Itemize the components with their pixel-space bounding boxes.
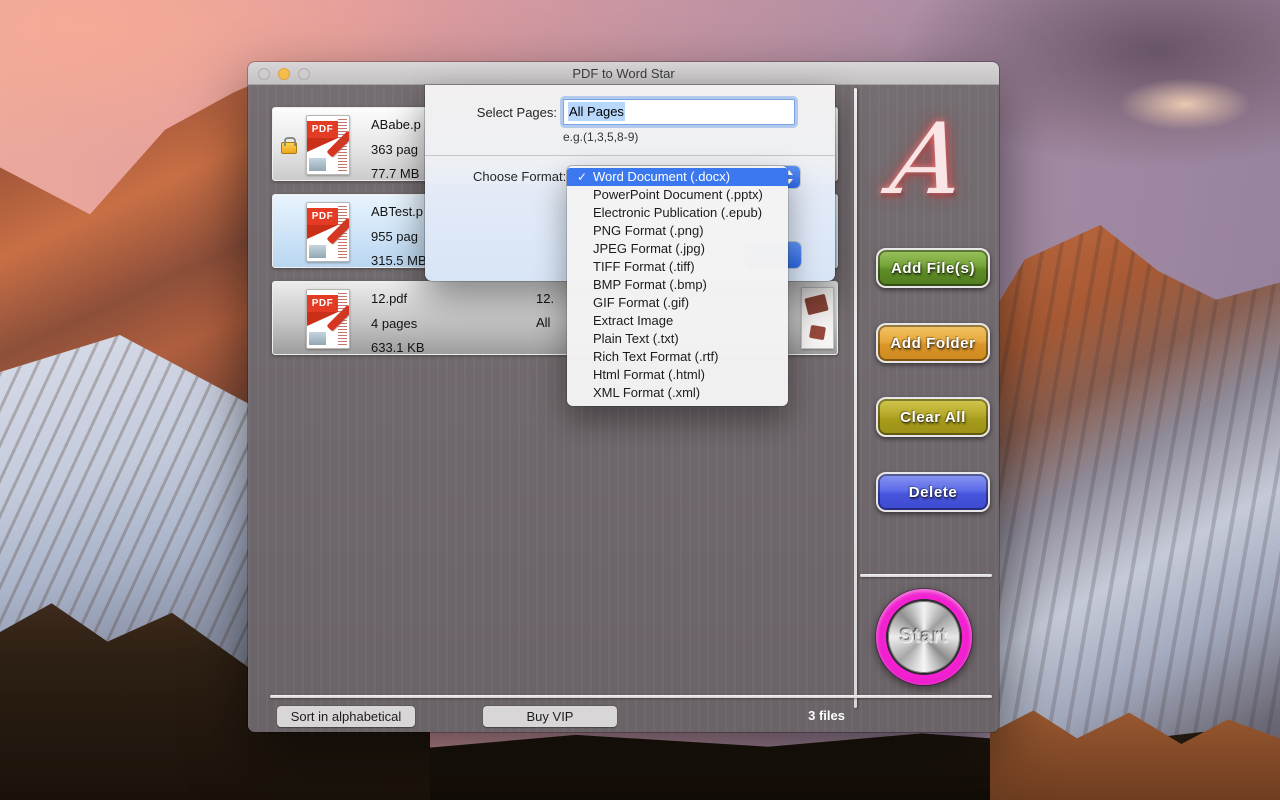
selected-text: All Pages bbox=[568, 102, 625, 121]
format-menu: ✓ Word Document (.docx) PowerPoint Docum… bbox=[567, 166, 788, 406]
output-name: 12. bbox=[536, 291, 554, 306]
format-option[interactable]: JPEG Format (.jpg) bbox=[567, 240, 788, 258]
format-option[interactable]: BMP Format (.bmp) bbox=[567, 276, 788, 294]
file-count: 3 files bbox=[748, 708, 845, 723]
pages-hint: e.g.(1,3,5,8-9) bbox=[563, 130, 638, 144]
add-files-button[interactable]: Add File(s) bbox=[876, 248, 990, 288]
format-option-selected[interactable]: ✓ Word Document (.docx) bbox=[567, 168, 788, 186]
zoom-button[interactable] bbox=[298, 68, 310, 80]
file-size: 633.1 KB bbox=[371, 340, 425, 355]
select-pages-input[interactable]: All Pages bbox=[563, 99, 795, 125]
select-pages-label: Select Pages: bbox=[425, 105, 557, 120]
page-preview-thumbnail bbox=[801, 287, 834, 349]
desktop: PDF to Word Star PDF ABabe.p 363 pag 77.… bbox=[0, 0, 1280, 800]
format-option[interactable]: Html Format (.html) bbox=[567, 366, 788, 384]
app-logo: A bbox=[857, 98, 998, 222]
start-label: Start bbox=[900, 626, 948, 648]
format-option[interactable]: XML Format (.xml) bbox=[567, 384, 788, 402]
file-size: 315.5 MB bbox=[371, 253, 427, 268]
horizontal-divider bbox=[860, 574, 992, 577]
horizontal-divider bbox=[270, 695, 992, 698]
file-size: 77.7 MB bbox=[371, 166, 419, 181]
lock-icon bbox=[281, 142, 297, 154]
format-option[interactable]: GIF Format (.gif) bbox=[567, 294, 788, 312]
format-option[interactable]: TIFF Format (.tiff) bbox=[567, 258, 788, 276]
add-folder-button[interactable]: Add Folder bbox=[876, 323, 990, 363]
file-pages: 4 pages bbox=[371, 316, 417, 331]
format-option[interactable]: Electronic Publication (.epub) bbox=[567, 204, 788, 222]
checkmark-icon: ✓ bbox=[574, 168, 590, 186]
separator bbox=[425, 155, 835, 156]
start-button-face: Start bbox=[888, 601, 960, 673]
file-pages: 955 pag bbox=[371, 229, 418, 244]
format-option[interactable]: Extract Image bbox=[567, 312, 788, 330]
pdf-file-icon: PDF bbox=[306, 115, 350, 175]
close-button[interactable] bbox=[258, 68, 270, 80]
format-option[interactable]: PNG Format (.png) bbox=[567, 222, 788, 240]
file-name: 12.pdf bbox=[371, 291, 407, 306]
file-name: ABTest.p bbox=[371, 204, 423, 219]
window-title: PDF to Word Star bbox=[572, 66, 674, 81]
format-option[interactable]: Rich Text Format (.rtf) bbox=[567, 348, 788, 366]
format-option[interactable]: Plain Text (.txt) bbox=[567, 330, 788, 348]
format-option-label: Word Document (.docx) bbox=[593, 169, 730, 184]
file-name: ABabe.p bbox=[371, 117, 421, 132]
output-pages: All bbox=[536, 315, 550, 330]
pdf-file-icon: PDF bbox=[306, 289, 350, 349]
sort-alphabetical-button[interactable]: Sort in alphabetical bbox=[277, 706, 415, 727]
wallpaper-cloud bbox=[1090, 55, 1280, 150]
format-option[interactable]: PowerPoint Document (.pptx) bbox=[567, 186, 788, 204]
title-bar[interactable]: PDF to Word Star bbox=[248, 62, 999, 85]
clear-all-button[interactable]: Clear All bbox=[876, 397, 990, 437]
delete-button[interactable]: Delete bbox=[876, 472, 990, 512]
vertical-divider bbox=[854, 88, 857, 708]
buy-vip-button[interactable]: Buy VIP bbox=[483, 706, 617, 727]
file-pages: 363 pag bbox=[371, 142, 418, 157]
app-window: PDF to Word Star PDF ABabe.p 363 pag 77.… bbox=[248, 62, 999, 732]
start-button[interactable]: Start bbox=[876, 589, 972, 685]
choose-format-label: Choose Format: bbox=[473, 169, 566, 184]
minimize-button[interactable] bbox=[278, 68, 290, 80]
pdf-file-icon: PDF bbox=[306, 202, 350, 262]
